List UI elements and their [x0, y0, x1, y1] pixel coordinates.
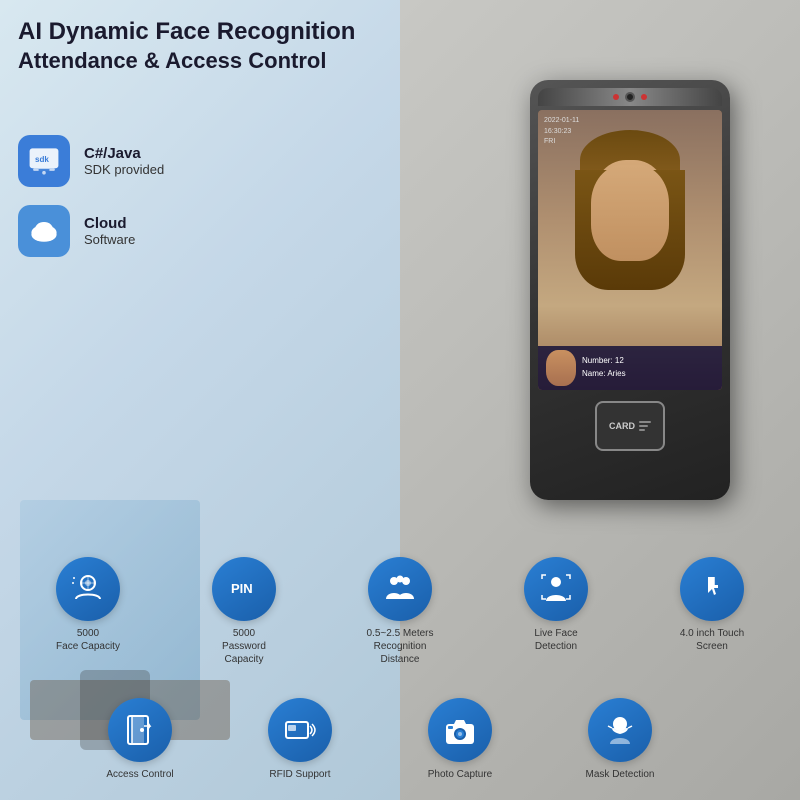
mask-detection-label: Mask Detection	[586, 768, 655, 781]
sdk-sublabel: SDK provided	[84, 162, 164, 177]
cloud-badge: Cloud Software	[18, 205, 298, 257]
card-reader: CARD	[595, 401, 665, 451]
cloud-label: Cloud	[84, 215, 135, 232]
pin-circle: PIN	[212, 557, 276, 621]
feature-distance: 0.5~2.5 MetersRecognition Distance	[322, 553, 478, 670]
mask-detection-circle	[588, 698, 652, 762]
sdk-label: C#/Java	[84, 145, 164, 162]
screen-small-face	[546, 350, 576, 386]
device-outer: 2022-01-11 16:30:23 FRI Number: 12 Name:…	[530, 80, 730, 500]
feature-photo-capture: Photo Capture	[380, 694, 540, 785]
sdk-text: C#/Java SDK provided	[84, 145, 164, 177]
title-line1: AI Dynamic Face Recognition	[18, 18, 378, 47]
feature-face-capacity: 5000Face Capacity	[10, 553, 166, 670]
face-detection-circle	[524, 557, 588, 621]
face-display: 2022-01-11 16:30:23 FRI Number: 12 Name:…	[538, 110, 722, 390]
distance-circle	[368, 557, 432, 621]
wave-3	[639, 429, 645, 431]
device-container: 2022-01-11 16:30:23 FRI Number: 12 Name:…	[500, 80, 760, 560]
photo-capture-label: Photo Capture	[428, 768, 493, 781]
title-line2: Attendance & Access Control	[18, 47, 378, 76]
feature-rfid: RFID Support	[220, 694, 380, 785]
feature-badges: sdk C#/Java SDK provided	[18, 135, 298, 275]
face-detection-label: Live Face Detection	[516, 627, 596, 653]
sdk-badge: sdk C#/Java SDK provided	[18, 135, 298, 187]
touch-circle	[680, 557, 744, 621]
device-screen: 2022-01-11 16:30:23 FRI Number: 12 Name:…	[538, 110, 722, 390]
rfid-label: RFID Support	[269, 768, 330, 781]
cloud-sublabel: Software	[84, 232, 135, 247]
cloud-text: Cloud Software	[84, 215, 135, 247]
svg-text:sdk: sdk	[35, 155, 49, 164]
device-top-strip	[538, 88, 722, 106]
feature-mask-detection: Mask Detection	[540, 694, 700, 785]
access-control-circle	[108, 698, 172, 762]
feature-face-detection: Live Face Detection	[478, 553, 634, 670]
ir-light-right	[641, 94, 647, 100]
face-capacity-label: 5000Face Capacity	[56, 627, 120, 653]
feature-pin: PIN 5000Password Capacity	[166, 553, 322, 670]
ir-light-left	[613, 94, 619, 100]
feature-touch: 4.0 inch Touch Screen	[634, 553, 790, 670]
rfid-circle	[268, 698, 332, 762]
features-row1: 5000Face Capacity PIN 5000Password Capac…	[10, 553, 790, 670]
svg-text:PIN: PIN	[231, 581, 253, 596]
screen-info-bar: Number: 12 Name: Aries	[538, 346, 722, 390]
cloud-icon	[18, 205, 70, 257]
screen-time: 2022-01-11 16:30:23 FRI	[544, 116, 579, 148]
device-bottom: CARD	[538, 396, 722, 456]
wave-1	[639, 421, 651, 423]
wave-2	[639, 425, 648, 427]
distance-label: 0.5~2.5 MetersRecognition Distance	[360, 627, 440, 666]
camera-dot	[625, 92, 635, 102]
photo-capture-circle	[428, 698, 492, 762]
title-section: AI Dynamic Face Recognition Attendance &…	[18, 18, 378, 75]
feature-access-control: Access Control	[60, 694, 220, 785]
sdk-icon: sdk	[18, 135, 70, 187]
access-control-label: Access Control	[106, 768, 173, 781]
face-capacity-circle	[56, 557, 120, 621]
touch-label: 4.0 inch Touch Screen	[672, 627, 752, 653]
card-waves	[639, 421, 651, 431]
features-row2: Access Control RFID Support	[60, 694, 700, 785]
screen-info-text: Number: 12 Name: Aries	[582, 355, 626, 381]
pin-label: 5000Password Capacity	[204, 627, 284, 666]
